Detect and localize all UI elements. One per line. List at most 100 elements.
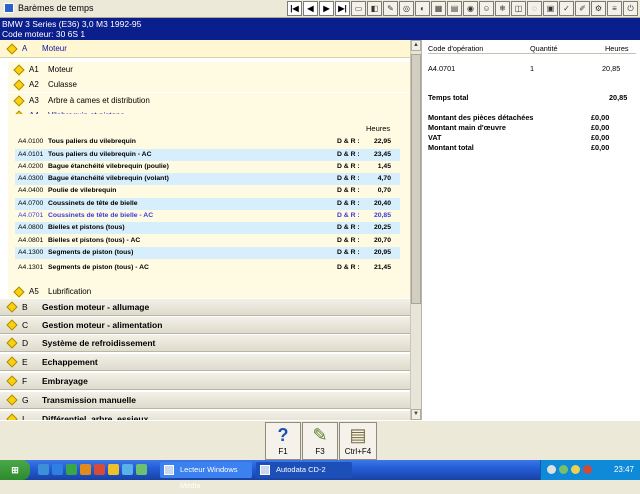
labour-amount-label: Montant main d'œuvre: [428, 123, 506, 132]
first-record-button[interactable]: |◀: [287, 1, 302, 16]
total-time-value: 20,85: [609, 93, 628, 102]
total-amount-value: £0,00: [591, 143, 610, 152]
expand-diamond-icon: [13, 64, 25, 76]
group-d[interactable]: D Système de refroidissement: [0, 334, 410, 352]
firefox-icon[interactable]: [80, 464, 91, 475]
belt-icon-button[interactable]: ◎: [399, 1, 414, 16]
expand-diamond-icon: [6, 43, 18, 55]
tray-icon[interactable]: [559, 465, 568, 474]
tyre-icon-button[interactable]: ◉: [463, 1, 478, 16]
volume-icon[interactable]: [571, 465, 580, 474]
title-bar: Barèmes de temps |◀ ◀ ▶ ▶| ▭ ◧ ✎ ◎ ◐ ▦ ▤…: [0, 0, 640, 18]
group-g[interactable]: G Transmission manuelle: [0, 391, 410, 409]
operation-row[interactable]: A4.0800 Bielles et pistons (tous) D & R :2…: [15, 222, 400, 235]
vehicle-header: BMW 3 Series (E36) 3,0 M3 1992-95 Code m…: [0, 18, 640, 40]
subsection-a2[interactable]: A2 Culasse: [8, 77, 410, 92]
check-icon-button[interactable]: ✓: [559, 1, 574, 16]
expand-diamond-icon: [6, 319, 18, 331]
total-amount-label: Montant total: [428, 143, 474, 152]
engine-icon-button[interactable]: ▤: [447, 1, 462, 16]
subsection-a3[interactable]: A3 Arbre à cames et distribution: [8, 93, 410, 108]
oil-icon-button[interactable]: ◐: [415, 1, 430, 16]
vehicle-name: BMW 3 Series (E36) 3,0 M3 1992-95: [2, 19, 142, 29]
expand-diamond-icon: [6, 413, 18, 420]
operation-row[interactable]: A4.0100 Tous paliers du vilebrequin D & R …: [15, 136, 400, 148]
group-b[interactable]: B Gestion moteur - allumage: [0, 298, 410, 316]
security-icon[interactable]: [583, 465, 592, 474]
previous-record-button[interactable]: ◀: [303, 1, 318, 16]
group-a-moteur[interactable]: A Moteur: [0, 40, 410, 58]
timing-icon-button[interactable]: ◌: [527, 1, 542, 16]
vertical-scrollbar[interactable]: ▲ ▼: [410, 40, 421, 420]
task-autodata[interactable]: Autodata CD-2: [256, 462, 352, 478]
help-icon: ?: [277, 425, 289, 445]
quicklaunch-icon[interactable]: [94, 464, 105, 475]
operation-row[interactable]: A4.0300 Bague étanchéité vilebrequin (vol…: [15, 173, 400, 186]
windows-logo-icon: ⊞: [11, 465, 19, 475]
notepad-f3-button[interactable]: ✎ F3: [302, 422, 338, 460]
group-c[interactable]: C Gestion moteur - alimentation: [0, 316, 410, 334]
clock[interactable]: 23:47: [614, 460, 634, 480]
toolbar: |◀ ◀ ▶ ▶| ▭ ◧ ✎ ◎ ◐ ▦ ▤ ◉ ☺ ❄ ◫ ◌ ▣ ✓ ✐ …: [286, 1, 638, 17]
operation-row[interactable]: A4.1301 Segments de piston (tous) - AC D &…: [15, 262, 400, 274]
wiring-icon-button[interactable]: ▦: [431, 1, 446, 16]
exit-icon-button[interactable]: ⏻: [623, 1, 638, 16]
aircon-icon-button[interactable]: ❄: [495, 1, 510, 16]
scroll-down-icon[interactable]: ▼: [411, 409, 421, 420]
parts-icon-button[interactable]: ◫: [511, 1, 526, 16]
operation-row[interactable]: A4.0400 Poulie de vilebrequin D & R :0,70: [15, 185, 400, 197]
document-ctrl-f4-button[interactable]: ▤ Ctrl+F4: [339, 422, 377, 460]
scroll-up-icon[interactable]: ▲: [411, 40, 421, 51]
window-title: Barèmes de temps: [4, 3, 94, 13]
task-media-player[interactable]: Lecteur Windows Media: [160, 462, 252, 490]
help-f1-button[interactable]: ? F1: [265, 422, 301, 460]
quicklaunch-icon[interactable]: [108, 464, 119, 475]
edit-icon-button[interactable]: ✐: [575, 1, 590, 16]
hours-column-header: Heures: [366, 124, 391, 133]
taskbar: ⊞ Lecteur Windows Media Autodata CD-2 23…: [0, 460, 640, 490]
media-player-icon: [164, 465, 174, 475]
scrollbar-thumb[interactable]: [411, 54, 421, 304]
start-button[interactable]: ⊞: [0, 460, 30, 480]
airbag-icon-button[interactable]: ☺: [479, 1, 494, 16]
wrench-icon-button[interactable]: ✎: [383, 1, 398, 16]
quicklaunch-icon[interactable]: [122, 464, 133, 475]
quicklaunch-icon[interactable]: [136, 464, 147, 475]
group-f[interactable]: F Embrayage: [0, 372, 410, 390]
summary-op-code[interactable]: A4.0701: [428, 64, 455, 73]
group-e[interactable]: E Echappement: [0, 353, 410, 371]
operation-row[interactable]: A4.0200 Bague étanchéité vilebrequin (pou…: [15, 161, 400, 173]
service-icon-button[interactable]: ▣: [543, 1, 558, 16]
expand-diamond-icon: [13, 286, 25, 298]
quantity-header: Quantité: [530, 44, 558, 53]
operation-row-selected[interactable]: A4.0701 Coussinets de tête de bielle - AC…: [15, 210, 400, 222]
notepad-icon: ✎: [312, 425, 328, 445]
expand-diamond-icon: [6, 394, 18, 406]
group-i[interactable]: I Différentiel, arbre, essieux: [0, 410, 410, 420]
summary-hours: 20,85: [602, 64, 621, 73]
next-record-button[interactable]: ▶: [319, 1, 334, 16]
operation-code-header: Code d'opération: [428, 44, 484, 53]
settings-icon-button[interactable]: ⚙: [591, 1, 606, 16]
vehicle-icon-button[interactable]: ▭: [351, 1, 366, 16]
last-record-button[interactable]: ▶|: [335, 1, 350, 16]
subsection-a1[interactable]: A1 Moteur: [8, 62, 410, 77]
internet-explorer-icon[interactable]: [52, 464, 63, 475]
car-icon-button[interactable]: ◧: [367, 1, 382, 16]
labour-amount-value: £0,00: [591, 123, 610, 132]
subsection-a5[interactable]: A5 Lubrification: [8, 284, 410, 299]
system-tray: 23:47: [540, 460, 640, 480]
operation-row[interactable]: A4.0700 Coussinets de tête de bielle D & R…: [15, 198, 400, 211]
messenger-icon[interactable]: [66, 464, 77, 475]
menu-icon-button[interactable]: ≡: [607, 1, 622, 16]
operation-row[interactable]: A4.0801 Bielles et pistons (tous) - AC D &…: [15, 235, 400, 247]
summary-quantity[interactable]: 1: [530, 64, 534, 73]
vat-label: VAT: [428, 133, 442, 142]
show-desktop-icon[interactable]: [38, 464, 49, 475]
tray-icon[interactable]: [547, 465, 556, 474]
operation-row[interactable]: A4.1300 Segments de piston (tous) D & R :2…: [15, 247, 400, 260]
operations-tree: A Moteur A1 Moteur A2 Culasse A3 Arbre à…: [0, 40, 410, 420]
operation-row[interactable]: A4.0101 Tous paliers du vilebrequin - AC D…: [15, 149, 400, 162]
expand-diamond-icon: [6, 337, 18, 349]
expand-diamond-icon: [6, 301, 18, 313]
